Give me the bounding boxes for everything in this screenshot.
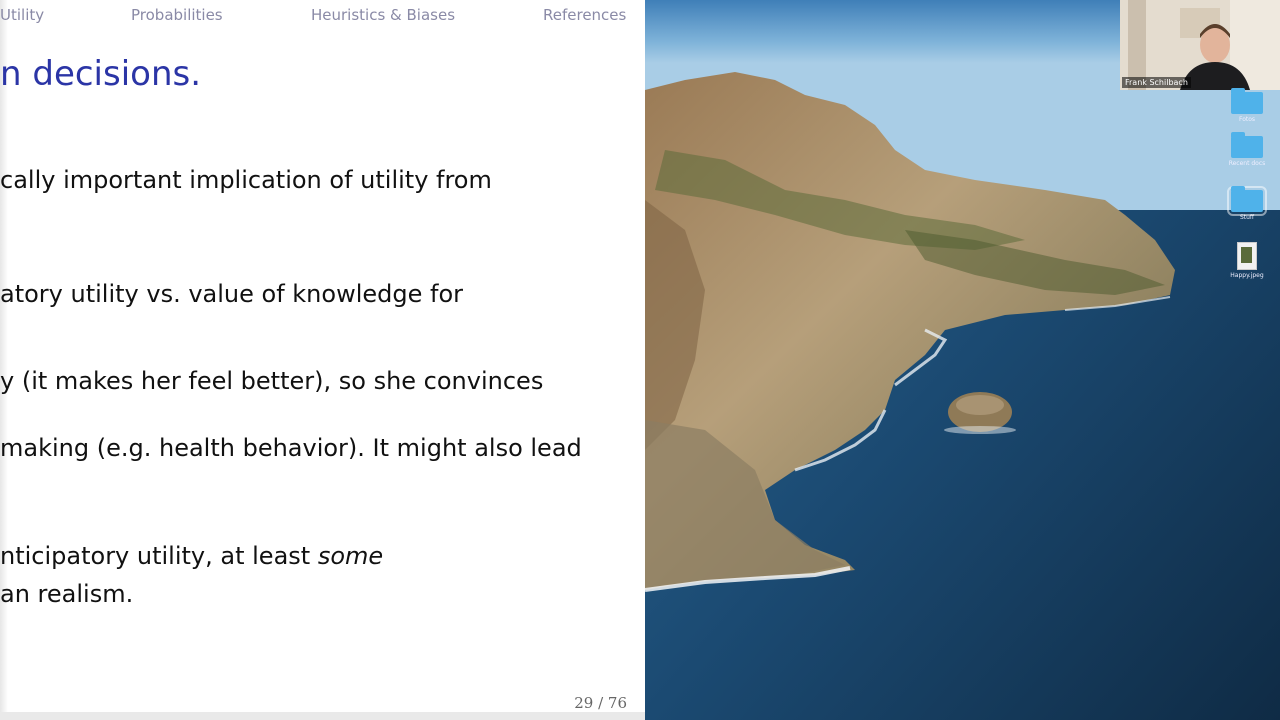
nav-item-utility[interactable]: Utility: [0, 6, 44, 24]
slide-navigation-bar: Utility Probabilities Heuristics & Biase…: [0, 0, 645, 30]
slide-edge-shadow: [0, 0, 8, 720]
slide-text-line-6: an realism.: [0, 580, 134, 608]
slide-title: n decisions.: [0, 54, 202, 94]
folder-icon: [1231, 132, 1263, 158]
slide-text-line-2: atory utility vs. value of knowledge for: [0, 280, 463, 308]
desktop-icon-label: Stuff: [1239, 214, 1255, 221]
slide-text-line-1: cally important implication of utility f…: [0, 166, 492, 194]
desktop-icon-label: Happy.jpeg: [1230, 272, 1264, 279]
desktop-icon-label: Fotos: [1238, 116, 1256, 123]
image-file-icon: [1237, 242, 1257, 270]
slide-bottom-bar: [0, 712, 645, 720]
desktop-icon-fotos[interactable]: Fotos: [1219, 88, 1275, 123]
nav-item-heuristics-biases[interactable]: Heuristics & Biases: [311, 6, 455, 24]
desktop-icon-label: Recent docs: [1228, 160, 1266, 167]
participant-video-tile[interactable]: Frank Schilbach: [1120, 0, 1280, 90]
desktop-icon-happy-jpeg[interactable]: Happy.jpeg: [1219, 242, 1275, 279]
desktop-wallpaper: [645, 0, 1280, 720]
coastline-wallpaper-image: [645, 0, 1280, 720]
folder-icon: [1227, 186, 1267, 216]
nav-item-probabilities[interactable]: Probabilities: [131, 6, 223, 24]
slide-page-number: 29 / 76: [574, 694, 627, 712]
desktop-icon-stuff[interactable]: Stuff: [1219, 186, 1275, 221]
nav-item-references[interactable]: References: [543, 6, 626, 24]
slide-text-line-3: y (it makes her feel better), so she con…: [0, 367, 544, 395]
participant-name-label: Frank Schilbach: [1122, 77, 1191, 88]
slide-text-line-5: nticipatory utility, at least some: [0, 542, 384, 570]
folder-icon: [1231, 88, 1263, 114]
presentation-slide: Utility Probabilities Heuristics & Biase…: [0, 0, 645, 720]
desktop-icon-recent-docs[interactable]: Recent docs: [1219, 132, 1275, 167]
slide-text-line-4: making (e.g. health behavior). It might …: [0, 434, 582, 462]
